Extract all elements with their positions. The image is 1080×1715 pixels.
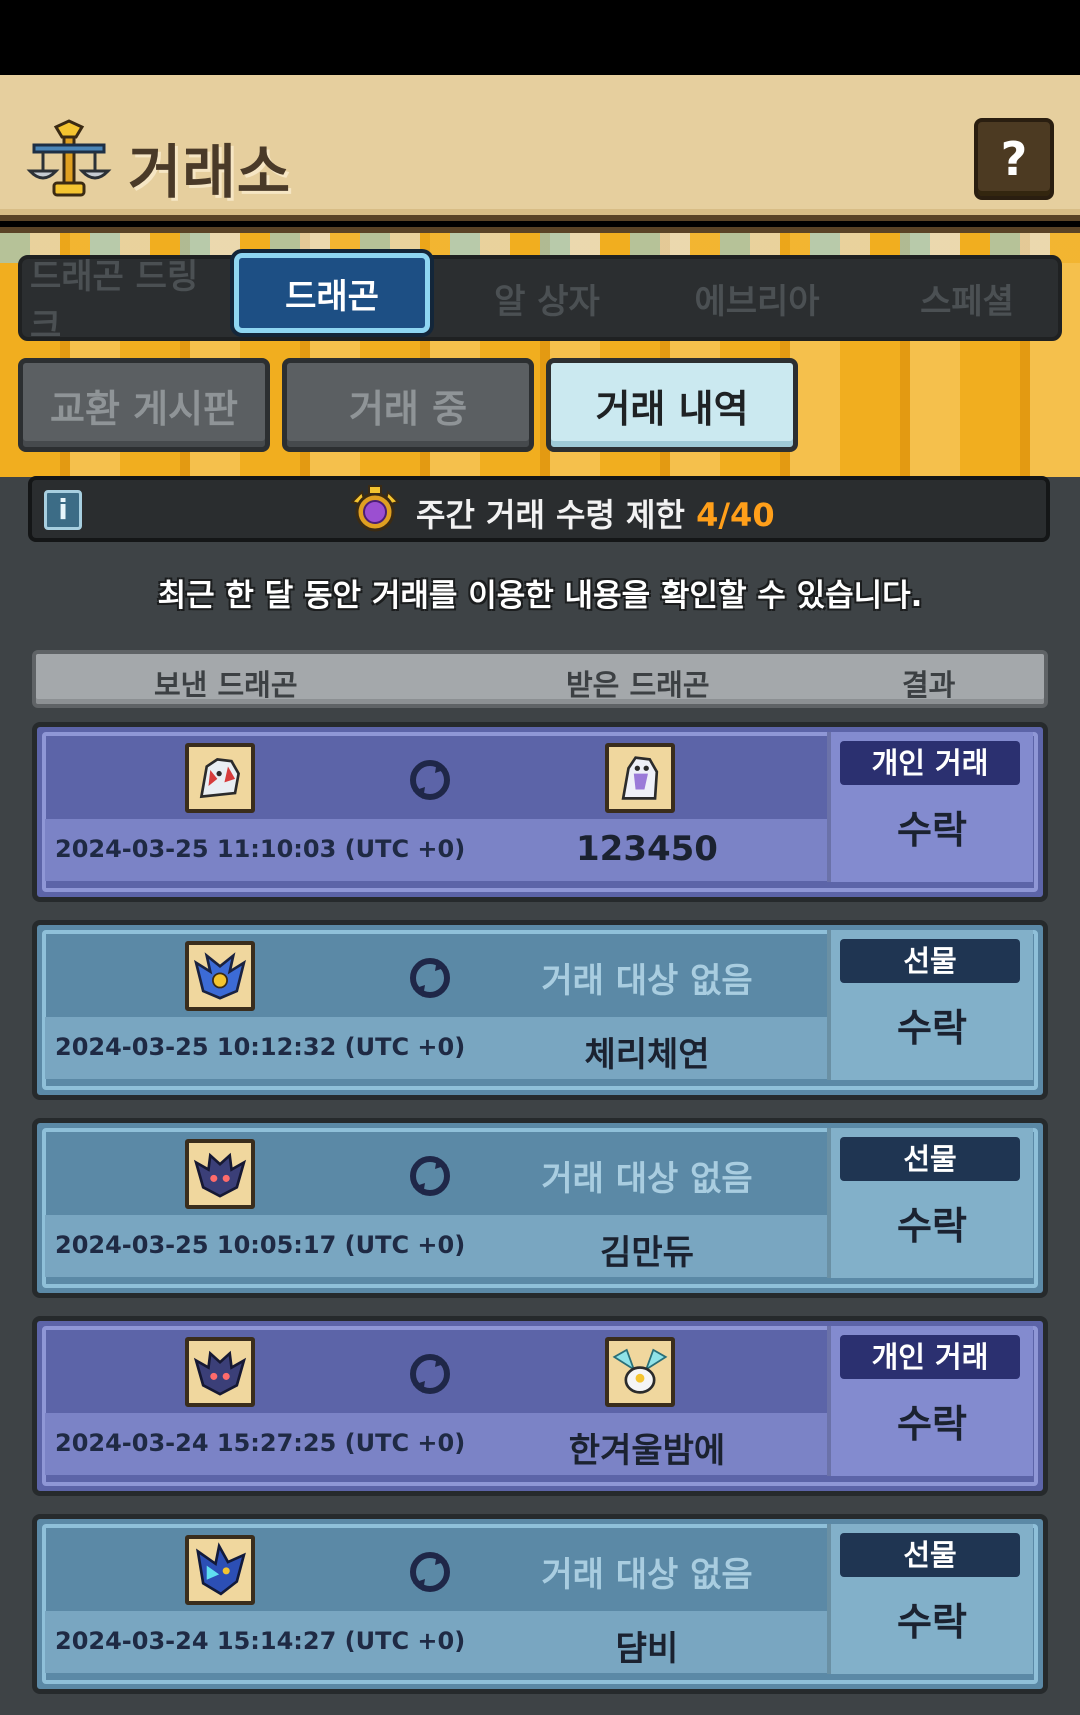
status-bar (0, 0, 1080, 75)
tab-special[interactable]: 스페셜 (872, 259, 1062, 337)
table-row[interactable]: 거래 대상 없음 2024-03-24 15:14:27 (UTC +0) 댬비… (32, 1514, 1048, 1694)
weekly-limit-label: 주간 거래 수령 제한 4/40 (416, 490, 775, 536)
trade-partner: 한겨울밤에 (568, 1431, 726, 1471)
trade-timestamp: 2024-03-25 10:12:32 (UTC +0) (55, 1033, 466, 1061)
trade-type-badge: 선물 (840, 939, 1020, 983)
tab-egg-box[interactable]: 알 상자 (452, 259, 642, 337)
cyan-winged-dragon-icon[interactable] (605, 1337, 675, 1407)
swap-icon (410, 958, 450, 998)
description-text: 최근 한 달 동안 거래를 이용한 내용을 확인할 수 있습니다. (157, 578, 923, 614)
balance-scale-icon (26, 119, 112, 197)
blue-cyan-dragon-icon[interactable] (185, 1535, 255, 1605)
dark-purple-dragon-icon[interactable] (185, 1139, 255, 1209)
trade-result: 수락 (897, 1204, 967, 1248)
swap-icon (410, 760, 450, 800)
header-received-dragon: 받은 드래곤 (566, 668, 710, 702)
trade-result: 수락 (897, 1402, 967, 1446)
no-trade-target-text: 거래 대상 없음 (541, 961, 753, 1001)
no-trade-target-text: 거래 대상 없음 (541, 1159, 753, 1199)
trade-result: 수락 (897, 1600, 967, 1644)
dark-purple-dragon-icon[interactable] (185, 1337, 255, 1407)
swap-icon (410, 1156, 450, 1196)
table-header: 보낸 드래곤 받은 드래곤 결과 (32, 650, 1048, 708)
page-title: 거래소 (128, 138, 292, 206)
trade-partner: 체리체연 (584, 1035, 710, 1075)
trade-type-badge: 개인 거래 (840, 741, 1020, 785)
header-sent-dragon: 보낸 드래곤 (154, 668, 298, 702)
medal-icon (350, 485, 400, 532)
no-trade-target-text: 거래 대상 없음 (541, 1555, 753, 1595)
weekly-limit-count: 4/40 (696, 496, 775, 534)
tab-trade-history[interactable]: 거래 내역 (546, 358, 798, 452)
trade-timestamp: 2024-03-25 10:05:17 (UTC +0) (55, 1231, 466, 1259)
white-purple-dragon-icon[interactable] (605, 743, 675, 813)
trade-partner: 댬비 (615, 1629, 679, 1669)
trade-type-badge: 선물 (840, 1137, 1020, 1181)
tab-dragon-drink[interactable]: 드래곤 드링크 (30, 257, 220, 346)
trade-timestamp: 2024-03-24 15:14:27 (UTC +0) (55, 1627, 466, 1655)
table-row[interactable]: 2024-03-24 15:27:25 (UTC +0) 한겨울밤에 개인 거래… (32, 1316, 1048, 1496)
trade-partner: 123450 (576, 829, 718, 869)
trade-timestamp: 2024-03-25 11:10:03 (UTC +0) (55, 835, 466, 863)
trade-result: 수락 (897, 808, 967, 852)
table-row[interactable]: 거래 대상 없음 2024-03-25 10:12:32 (UTC +0) 체리… (32, 920, 1048, 1100)
trade-type-badge: 선물 (840, 1533, 1020, 1577)
table-row[interactable]: 거래 대상 없음 2024-03-25 10:05:17 (UTC +0) 김만… (32, 1118, 1048, 1298)
tab-trading[interactable]: 거래 중 (282, 358, 534, 452)
help-button[interactable]: ? (974, 118, 1054, 200)
trade-type-badge: 개인 거래 (840, 1335, 1020, 1379)
weekly-limit-bar: i 주간 거래 수령 제한 4/40 (28, 476, 1050, 542)
tab-exchange-board[interactable]: 교환 게시판 (18, 358, 270, 452)
trade-partner: 김만듀 (600, 1233, 694, 1273)
header: 거래소 (0, 75, 1080, 221)
trade-timestamp: 2024-03-24 15:27:25 (UTC +0) (55, 1429, 466, 1457)
weekly-limit-text: 주간 거래 수령 제한 (416, 496, 685, 534)
category-tabs: 드래곤 드링크 드래곤 알 상자 에브리아 스페셜 (18, 253, 1062, 346)
white-red-dragon-icon[interactable] (185, 743, 255, 813)
tab-dragon[interactable]: 드래곤 (234, 253, 430, 333)
trade-result: 수락 (897, 1006, 967, 1050)
info-icon[interactable]: i (44, 490, 82, 530)
header-result: 결과 (902, 668, 956, 702)
swap-icon (410, 1552, 450, 1592)
table-row[interactable]: 2024-03-25 11:10:03 (UTC +0) 123450 개인 거… (32, 722, 1048, 902)
blue-gold-dragon-icon[interactable] (185, 941, 255, 1011)
swap-icon (410, 1354, 450, 1394)
tab-everia[interactable]: 에브리아 (662, 259, 852, 337)
